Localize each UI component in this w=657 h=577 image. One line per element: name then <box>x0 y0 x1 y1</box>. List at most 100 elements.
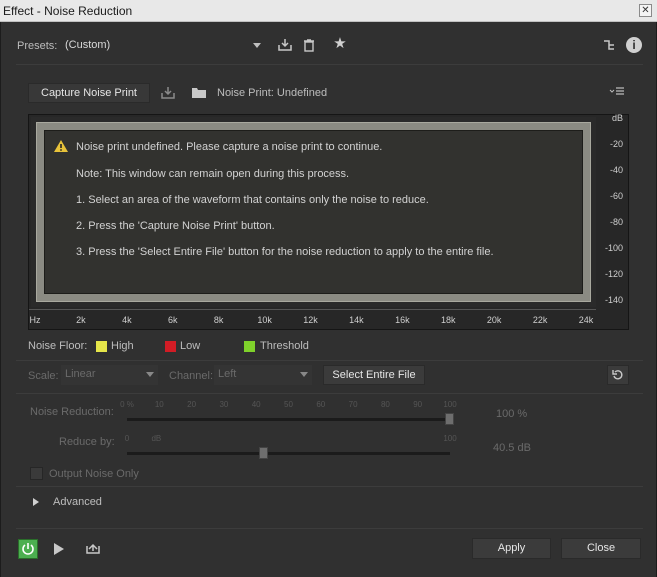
y-tick-label: -120 <box>604 269 623 279</box>
output-noise-only-label: Output Noise Only <box>49 468 139 480</box>
window-title: Effect - Noise Reduction <box>3 4 133 18</box>
y-tick-label: dB <box>611 113 623 123</box>
noise-reduction-scale: 0 % 10 20 30 40 50 60 70 80 90 100 <box>120 400 457 410</box>
channel-label: Channel: <box>169 370 214 382</box>
divider <box>16 528 643 529</box>
divider <box>16 64 643 65</box>
y-tick-label: -60 <box>609 191 623 201</box>
channel-value: Left <box>218 368 237 380</box>
reduce-by-value: 40.5 dB <box>493 442 531 454</box>
divider <box>16 486 643 487</box>
scale-value: Linear <box>65 368 96 380</box>
x-tick-label: 20k <box>486 315 502 325</box>
x-tick-label: 12k <box>303 315 318 325</box>
high-swatch <box>96 341 107 352</box>
message-line: Note: This window can remain open during… <box>76 168 350 180</box>
y-tick-label: -40 <box>609 165 623 175</box>
threshold-swatch <box>244 341 255 352</box>
noise-reduction-value: 100 % <box>496 408 528 420</box>
x-tick-label: 4k <box>122 315 132 325</box>
scale-dropdown[interactable]: Linear <box>61 365 158 385</box>
legend-threshold: Threshold <box>260 340 309 352</box>
slider-tick-label: 50 <box>284 400 293 409</box>
message-frame: Noise print undefined. Please capture a … <box>36 122 591 302</box>
slider-tick-label: 60 <box>316 400 326 409</box>
x-tick-label: 24k <box>578 315 594 325</box>
slider-tick-label: 30 <box>219 400 229 409</box>
scale-label: Scale: <box>28 370 59 382</box>
x-tick-label: 14k <box>349 315 364 325</box>
warning-icon <box>53 139 69 153</box>
window-close-button[interactable]: ✕ <box>639 4 652 17</box>
reduce-by-slider[interactable] <box>127 452 450 455</box>
x-axis: Hz 2k 4k 6k 8k 10k 12k 14k 16k 18k 20k 22k 24k <box>29 309 596 329</box>
reduce-by-thumb[interactable] <box>258 447 268 459</box>
favorite-star-icon[interactable]: ★ <box>332 36 348 51</box>
message-line: 1. Select an area of the waveform that c… <box>76 194 429 206</box>
noise-reduction-thumb[interactable] <box>445 413 454 425</box>
x-tick-label: 22k <box>532 315 548 325</box>
message-line: Noise print undefined. Please capture a … <box>76 141 383 153</box>
x-tick-label: 2k <box>76 315 86 325</box>
presets-label: Presets: <box>17 40 58 52</box>
x-tick-label: Hz <box>29 315 41 325</box>
x-tick-label: 10k <box>257 315 272 325</box>
noise-print-message: Noise print undefined. Please capture a … <box>44 130 583 294</box>
panel-menu-icon[interactable] <box>607 85 627 101</box>
output-noise-only-checkbox[interactable] <box>30 467 43 480</box>
close-button[interactable]: Close <box>561 538 641 559</box>
slider-tick-label: 20 <box>187 400 197 409</box>
expand-triangle-icon[interactable] <box>33 498 39 506</box>
delete-preset-icon[interactable] <box>301 38 317 55</box>
message-line: 2. Press the 'Capture Noise Print' butto… <box>76 220 275 232</box>
presets-dropdown[interactable]: (Custom) <box>61 36 265 56</box>
play-icon[interactable] <box>54 543 64 555</box>
apply-button[interactable]: Apply <box>472 538 551 559</box>
slider-tick-label: 10 <box>154 400 164 409</box>
y-axis: dB -20 -40 -60 -80 -100 -120 -140 <box>597 113 629 307</box>
slider-tick-label: 100 <box>443 434 457 443</box>
capture-noise-print-button[interactable]: Capture Noise Print <box>28 83 150 103</box>
noise-print-graph[interactable]: Noise print undefined. Please capture a … <box>28 113 629 330</box>
slider-tick-label: 0 % <box>120 400 134 409</box>
channel-dropdown[interactable]: Left <box>214 365 312 385</box>
routing-icon[interactable] <box>601 38 617 55</box>
slider-tick-label: 80 <box>380 400 390 409</box>
noise-reduction-slider[interactable] <box>127 418 450 421</box>
capture-save-icon[interactable] <box>160 86 176 103</box>
noise-floor-label: Noise Floor: <box>28 340 88 352</box>
y-tick-label: -140 <box>604 295 623 305</box>
divider <box>16 360 643 361</box>
advanced-toggle[interactable]: Advanced <box>53 496 102 508</box>
x-tick-label: 18k <box>440 315 456 325</box>
chevron-down-icon <box>146 372 154 377</box>
info-icon[interactable]: i <box>626 37 642 53</box>
message-line: 3. Press the 'Select Entire File' button… <box>76 246 494 258</box>
graph-plot-area: Noise print undefined. Please capture a … <box>31 117 596 307</box>
loop-export-icon[interactable] <box>84 541 102 558</box>
y-tick-label: -100 <box>604 243 623 253</box>
legend-low: Low <box>180 340 201 352</box>
save-preset-icon[interactable] <box>277 38 293 55</box>
noise-reduction-panel: Presets: (Custom) ★ i Capture Noise Prin… <box>0 22 657 577</box>
power-toggle-icon[interactable] <box>18 539 38 559</box>
noise-print-status: Noise Print: Undefined <box>217 87 328 99</box>
select-entire-file-button[interactable]: Select Entire File <box>323 365 425 385</box>
reset-icon[interactable] <box>607 365 629 385</box>
x-tick-label: 6k <box>167 315 178 325</box>
slider-tick-label: 0 <box>124 434 130 443</box>
window-titlebar: Effect - Noise Reduction ✕ <box>0 0 657 22</box>
slider-tick-label: 90 <box>413 400 423 409</box>
y-tick-label: -20 <box>609 139 623 149</box>
reduce-by-label: Reduce by: <box>59 436 115 448</box>
divider <box>16 393 643 394</box>
low-swatch <box>165 341 176 352</box>
slider-tick-label: 70 <box>348 400 358 409</box>
slider-tick-label: dB <box>151 434 162 443</box>
chevron-down-icon <box>253 43 261 48</box>
noise-reduction-label: Noise Reduction: <box>30 406 114 418</box>
x-tick-label: 8k <box>213 315 224 325</box>
presets-value: (Custom) <box>65 39 111 51</box>
folder-open-icon[interactable] <box>191 86 207 102</box>
reduce-by-scale: 0 dB 100 <box>124 434 457 444</box>
